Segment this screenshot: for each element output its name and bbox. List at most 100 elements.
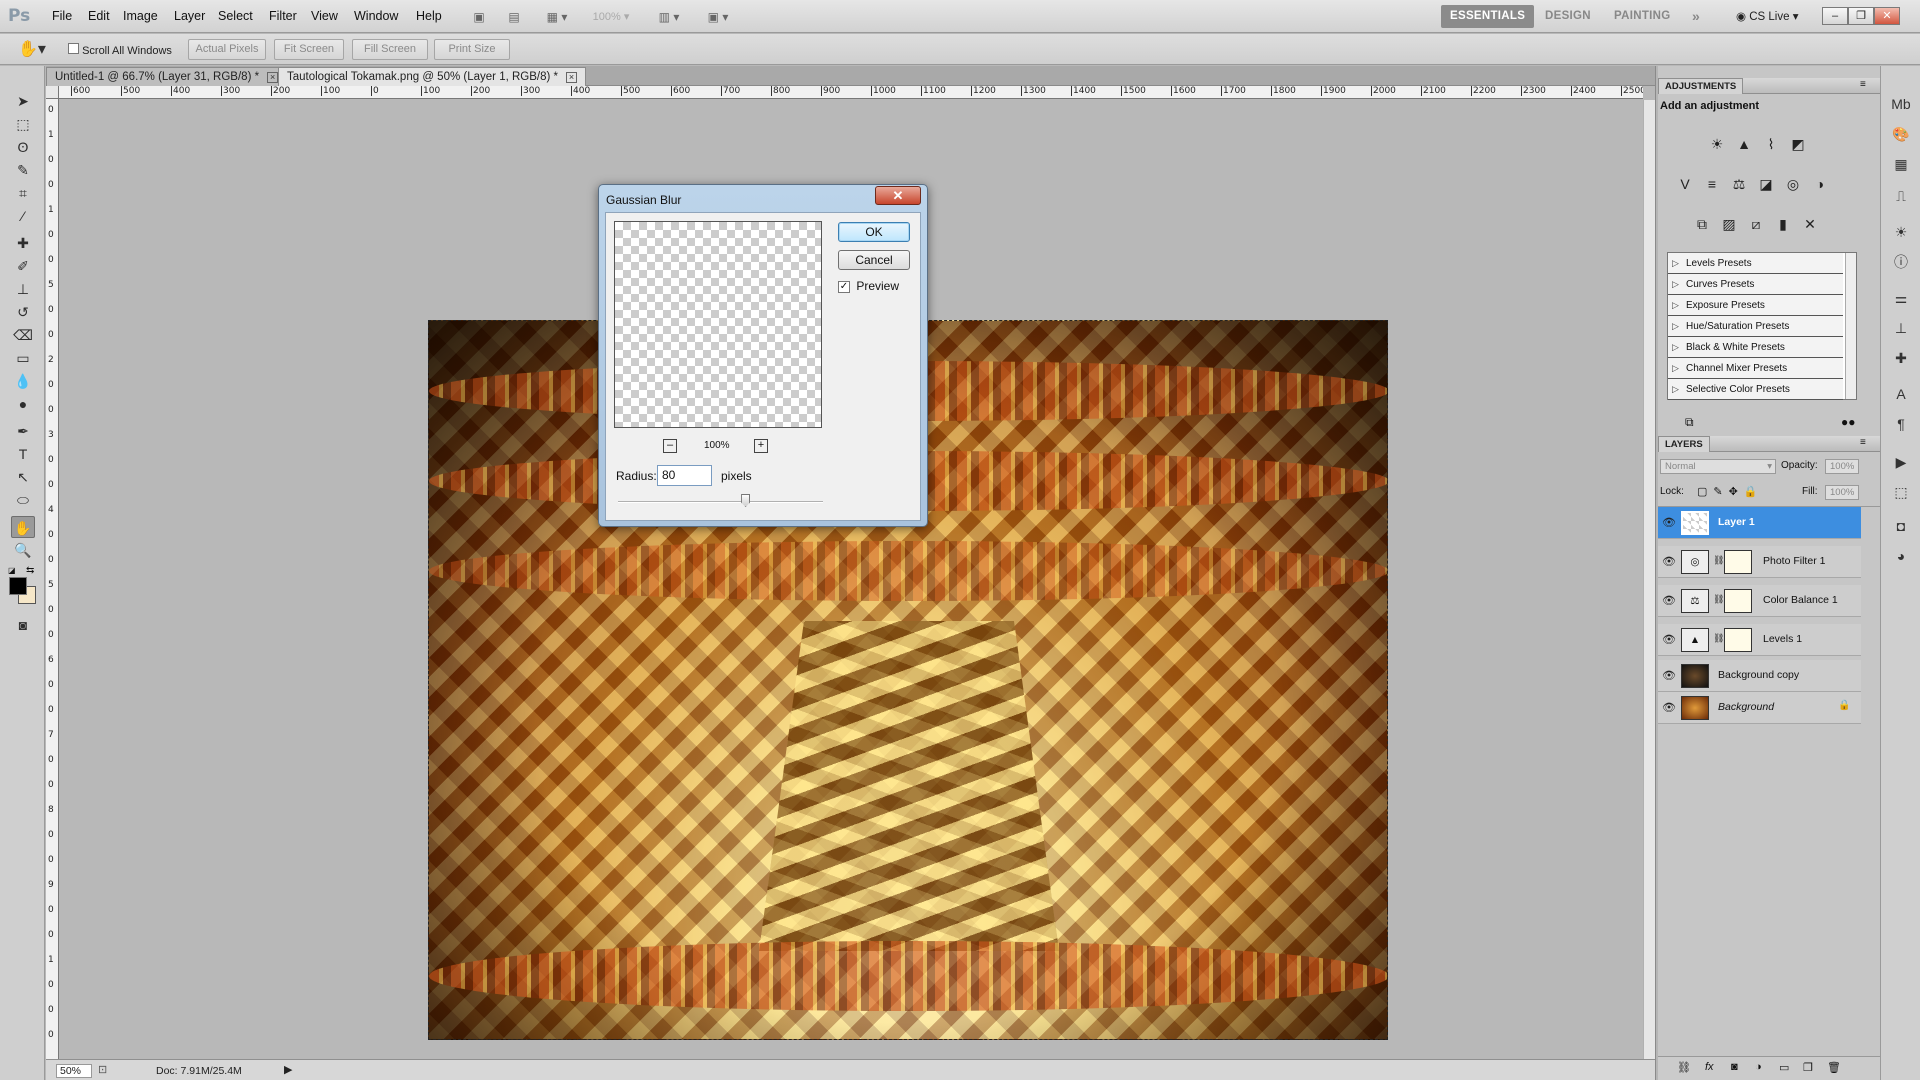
opacity-field[interactable]: 100% bbox=[1825, 459, 1859, 474]
posterize-icon[interactable]: ▨ bbox=[1718, 213, 1740, 235]
channel-mixer-icon[interactable]: ◑ bbox=[1809, 173, 1831, 195]
ok-button[interactable]: OK bbox=[838, 222, 910, 242]
tab-adjustments[interactable]: ADJUSTMENTS bbox=[1658, 78, 1744, 94]
layer-row-background[interactable]: 👁 Background 🔒 bbox=[1658, 692, 1861, 724]
menu-edit[interactable]: Edit bbox=[88, 9, 110, 23]
eye-icon[interactable]: 👁 bbox=[1662, 701, 1676, 715]
hand-tool-preset-icon[interactable]: ✋▾ bbox=[18, 39, 46, 59]
preset-levels[interactable]: Levels Presets bbox=[1668, 253, 1843, 274]
fill-screen-button[interactable]: Fill Screen bbox=[352, 39, 428, 60]
workspace-more-icon[interactable]: » bbox=[1683, 5, 1709, 28]
vertical-ruler[interactable]: 0 1 0 0 1 0 0 5 0 0 2 0 0 3 0 0 4 0 0 5 0 0 6 0 0 7 0 0 8 0 0 9 0 0 1 0 0 0 bbox=[46, 99, 59, 1059]
panel-collapse-strip[interactable] bbox=[1655, 66, 1658, 1080]
styles-panel-icon[interactable]: ⎍ bbox=[1890, 186, 1912, 206]
radius-slider-track[interactable] bbox=[618, 501, 823, 503]
scroll-all-windows-checkbox[interactable]: Scroll All Windows bbox=[68, 43, 172, 57]
workspace-design[interactable]: DESIGN bbox=[1536, 5, 1600, 28]
tab-untitled-1[interactable]: Untitled-1 @ 66.7% (Layer 31, RGB/8) * × bbox=[46, 67, 288, 86]
restore-button[interactable]: ❐ bbox=[1848, 7, 1874, 25]
layer-style-icon[interactable]: fx bbox=[1705, 1061, 1714, 1073]
minimize-button[interactable]: – bbox=[1822, 7, 1848, 25]
preset-channel-mixer[interactable]: Channel Mixer Presets bbox=[1668, 358, 1843, 379]
menu-help[interactable]: Help bbox=[416, 9, 442, 23]
path-selection-tool-icon[interactable]: ↖ bbox=[11, 466, 35, 488]
close-window-button[interactable]: ✕ bbox=[1874, 7, 1900, 25]
eraser-tool-icon[interactable]: ⌫ bbox=[11, 324, 35, 346]
screen-mode-icon[interactable]: ▣ ▾ bbox=[700, 7, 736, 27]
scroll-all-windows-box[interactable] bbox=[68, 43, 79, 54]
foreground-color-swatch[interactable] bbox=[9, 577, 27, 595]
layer-row-background-copy[interactable]: 👁 Background copy bbox=[1658, 660, 1861, 692]
eye-icon[interactable]: 👁 bbox=[1662, 669, 1676, 683]
menu-layer[interactable]: Layer bbox=[174, 9, 205, 23]
bridge-icon[interactable]: ▣ bbox=[468, 7, 490, 27]
fill-field[interactable]: 100% bbox=[1825, 485, 1859, 500]
layer-row-levels-1[interactable]: 👁 ▲ ⛓ Levels 1 bbox=[1658, 624, 1861, 656]
tool-presets-panel-icon[interactable]: ✚ bbox=[1890, 348, 1912, 368]
layer-row-photo-filter-1[interactable]: 👁 ◎ ⛓ Photo Filter 1 bbox=[1658, 546, 1861, 578]
quick-selection-tool-icon[interactable]: ✎ bbox=[11, 159, 35, 181]
tab-layers[interactable]: LAYERS bbox=[1658, 436, 1710, 452]
hue-saturation-icon[interactable]: ≡ bbox=[1701, 173, 1723, 195]
dodge-tool-icon[interactable]: ● bbox=[11, 393, 35, 415]
mini-bridge-icon[interactable]: Mb bbox=[1890, 94, 1912, 114]
panel-menu-icon[interactable]: ≡ bbox=[1860, 79, 1866, 90]
type-tool-icon[interactable]: T bbox=[11, 443, 35, 465]
blur-tool-icon[interactable]: 💧 bbox=[11, 370, 35, 392]
new-adjustment-icon[interactable]: ◑ bbox=[1755, 1061, 1762, 1073]
mini-bridge-icon[interactable]: ▤ bbox=[502, 7, 526, 27]
info-panel-icon[interactable]: ⓘ bbox=[1890, 252, 1912, 272]
brightness-contrast-icon[interactable]: ☀ bbox=[1706, 133, 1728, 155]
menu-select[interactable]: Select bbox=[218, 9, 253, 23]
menu-file[interactable]: File bbox=[52, 9, 72, 23]
workspace-essentials[interactable]: ESSENTIALS bbox=[1441, 5, 1535, 28]
color-balance-icon[interactable]: ⚖ bbox=[1728, 173, 1750, 195]
preset-black-white[interactable]: Black & White Presets bbox=[1668, 337, 1843, 358]
clip-to-layer-icon[interactable]: ⧉ bbox=[1685, 415, 1694, 430]
preset-hue-saturation[interactable]: Hue/Saturation Presets bbox=[1668, 316, 1843, 337]
eye-icon[interactable]: 👁 bbox=[1662, 594, 1676, 608]
new-group-icon[interactable]: ▭ bbox=[1779, 1061, 1789, 1074]
pen-tool-icon[interactable]: ✒ bbox=[11, 420, 35, 442]
selective-color-icon[interactable]: ✕ bbox=[1799, 213, 1821, 235]
swatches-panel-icon[interactable]: ▦ bbox=[1890, 154, 1912, 174]
preview-check-icon[interactable]: ✓ bbox=[838, 280, 850, 293]
layer-row-layer-1[interactable]: 👁 Layer 1 bbox=[1658, 507, 1861, 539]
paragraph-panel-icon[interactable]: ¶ bbox=[1890, 414, 1912, 434]
default-colors-icon[interactable]: ◪ bbox=[8, 566, 18, 576]
preset-exposure[interactable]: Exposure Presets bbox=[1668, 295, 1843, 316]
3d-panel-icon[interactable]: ⬚ bbox=[1890, 482, 1912, 502]
marquee-tool-icon[interactable]: ⬚ bbox=[11, 113, 35, 135]
menu-image[interactable]: Image bbox=[123, 9, 158, 23]
crop-tool-icon[interactable]: ⌗ bbox=[11, 182, 35, 204]
gradient-tool-icon[interactable]: ▭ bbox=[11, 347, 35, 369]
tab-close-icon[interactable]: × bbox=[566, 72, 577, 83]
radius-slider-thumb[interactable] bbox=[741, 494, 751, 507]
adjustments-panel-icon[interactable]: ☀ bbox=[1890, 222, 1912, 242]
zoom-level-dropdown[interactable]: 100% ▾ bbox=[588, 7, 634, 27]
preset-curves[interactable]: Curves Presets bbox=[1668, 274, 1843, 295]
status-zoom-field[interactable]: 50% bbox=[56, 1064, 92, 1078]
fit-screen-button[interactable]: Fit Screen bbox=[274, 39, 344, 60]
cancel-button[interactable]: Cancel bbox=[838, 250, 910, 270]
brush-presets-panel-icon[interactable]: ⚌ bbox=[1890, 288, 1912, 308]
panel-menu-icon[interactable]: ≡ bbox=[1860, 437, 1866, 448]
preview-zoom-out-button[interactable]: – bbox=[663, 439, 677, 453]
filter-preview[interactable] bbox=[614, 221, 822, 428]
new-layer-icon[interactable]: ❐ bbox=[1803, 1061, 1813, 1074]
curves-icon[interactable]: ⌇ bbox=[1760, 133, 1782, 155]
quick-mask-icon[interactable]: ◙ bbox=[11, 614, 35, 636]
healing-brush-tool-icon[interactable]: ✚ bbox=[11, 232, 35, 254]
preview-checkbox[interactable]: ✓ Preview bbox=[838, 279, 899, 293]
print-size-button[interactable]: Print Size bbox=[434, 39, 510, 60]
shape-tool-icon[interactable]: ⬭ bbox=[11, 489, 35, 511]
status-info-icon[interactable]: ⊡ bbox=[98, 1063, 107, 1076]
workspace-painting[interactable]: PAINTING bbox=[1605, 5, 1680, 28]
move-tool-icon[interactable]: ➤ bbox=[11, 90, 35, 112]
clone-source-panel-icon[interactable]: ⊥ bbox=[1890, 318, 1912, 338]
camera-panel-icon[interactable]: ◘ bbox=[1890, 516, 1912, 536]
tab-close-icon[interactable]: × bbox=[267, 72, 279, 83]
color-panel-icon[interactable]: 🎨 bbox=[1890, 124, 1912, 144]
eye-icon[interactable]: 👁 bbox=[1662, 555, 1676, 569]
eye-icon[interactable]: 👁 bbox=[1662, 516, 1676, 530]
